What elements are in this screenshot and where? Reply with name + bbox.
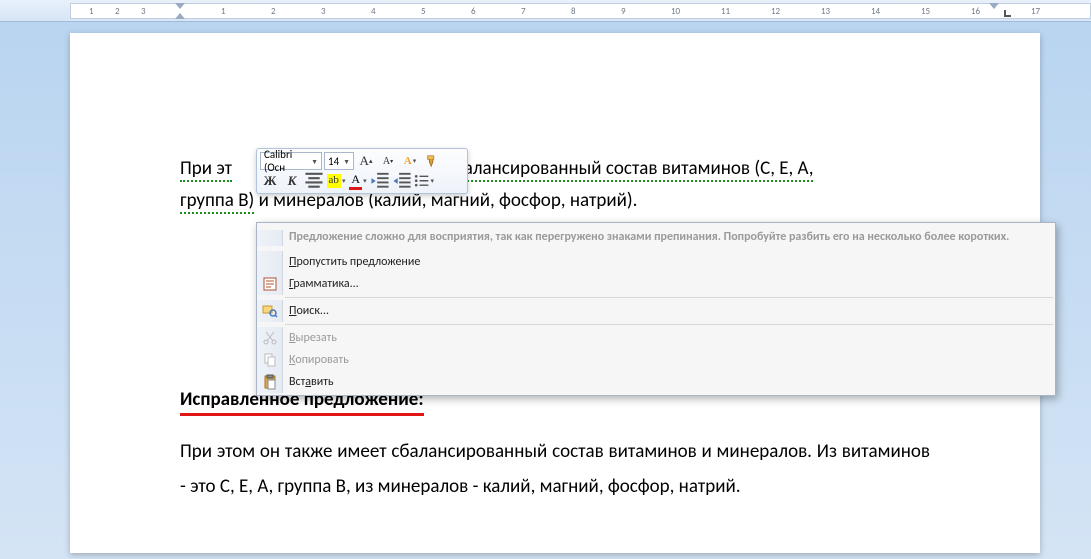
grow-font-button[interactable]: A▴ — [356, 152, 376, 170]
ruler-tick: 11 — [721, 6, 730, 17]
text-fragment: сбалансированный состав витаминов (С, Е,… — [446, 157, 814, 180]
ruler-tick: 14 — [871, 6, 880, 17]
bullets-icon — [414, 173, 429, 188]
horizontal-ruler[interactable]: 1 2 3 1 2 3 4 5 6 7 8 9 10 11 12 13 14 1… — [0, 0, 1091, 22]
suggestion-label: Предложение сложно для восприятия, так к… — [289, 230, 1009, 246]
dropdown-arrow-icon: ▼ — [311, 157, 318, 166]
paste-menuitem[interactable]: Вставить — [257, 371, 1055, 393]
ruler-tick: 5 — [421, 6, 426, 17]
ruler-tick: 9 — [621, 6, 626, 17]
grammar-menuitem[interactable]: Грамматика... — [257, 273, 1055, 295]
format-painter-icon — [425, 154, 439, 168]
hanging-indent-marker[interactable] — [175, 13, 185, 19]
copy-menuitem: Копировать — [257, 349, 1055, 371]
ruler-tick: 7 — [521, 6, 526, 17]
decrease-indent-icon — [370, 171, 390, 191]
right-indent-marker[interactable] — [989, 3, 999, 9]
grammar-error-text[interactable]: При эт — [180, 157, 232, 182]
context-menu[interactable]: Предложение сложно для восприятия, так к… — [256, 222, 1056, 396]
ruler-tick: 6 — [471, 6, 476, 17]
increase-indent-icon — [392, 171, 412, 191]
font-color-button[interactable]: A▾ — [348, 172, 368, 190]
ruler-tick: 1 — [221, 6, 226, 17]
ruler-tick: 3 — [141, 6, 146, 17]
skip-sentence-menuitem[interactable]: Пропустить предложение — [257, 251, 1055, 273]
ruler-tick: 1 — [89, 6, 94, 17]
copy-icon — [262, 352, 278, 368]
ruler-tick: 10 — [671, 6, 680, 17]
ruler-tick: 13 — [821, 6, 830, 17]
ruler-tick: 15 — [921, 6, 930, 17]
cut-icon — [262, 330, 278, 346]
ruler-tick: 4 — [371, 6, 376, 17]
align-center-icon — [304, 171, 324, 191]
mini-toolbar[interactable]: Calibri (Осн ▼ 14 ▼ A▴ A▾ A▾ Ж К ab▾ A▾ … — [256, 148, 468, 194]
ruler-tick: 8 — [571, 6, 576, 17]
shrink-font-button[interactable]: A▾ — [378, 152, 398, 170]
ruler-tick: 3 — [321, 6, 326, 17]
grammar-error-text[interactable]: сбалансированный состав витаминов (С, Е,… — [446, 157, 814, 182]
align-center-button[interactable] — [304, 172, 324, 190]
grammar-suggestion-text: Предложение сложно для восприятия, так к… — [257, 225, 1055, 251]
bullets-button[interactable]: ▾ — [414, 172, 434, 190]
grammar-error-text[interactable]: группа В) — [180, 189, 254, 214]
format-painter-button[interactable] — [422, 152, 442, 170]
ruler-tick: 12 — [771, 6, 780, 17]
font-size-value: 14 — [328, 155, 339, 168]
decrease-indent-button[interactable] — [370, 172, 390, 190]
cut-menuitem: Вырезать — [257, 327, 1055, 349]
search-menuitem[interactable]: Поиск... — [257, 300, 1055, 322]
increase-indent-button[interactable] — [392, 172, 412, 190]
font-family-selector[interactable]: Calibri (Осн ▼ — [260, 152, 322, 170]
grammar-icon — [262, 276, 278, 292]
ruler-tick: 17 — [1031, 6, 1040, 17]
text-fragment: группа В) — [180, 189, 254, 212]
menu-separator — [285, 324, 1053, 325]
bold-button[interactable]: Ж — [260, 172, 280, 190]
italic-button[interactable]: К — [282, 172, 302, 190]
text-fragment: При эт — [180, 157, 232, 180]
ruler-tick: 16 — [971, 6, 980, 17]
font-size-selector[interactable]: 14 ▼ — [324, 152, 354, 170]
ruler-tick: 2 — [271, 6, 276, 17]
tab-stop-marker[interactable] — [1004, 10, 1011, 17]
ruler-tick: 2 — [115, 6, 120, 17]
first-line-indent-marker[interactable] — [175, 3, 185, 9]
ruler-track[interactable]: 1 2 3 1 2 3 4 5 6 7 8 9 10 11 12 13 14 1… — [70, 3, 1091, 19]
menu-separator — [285, 297, 1053, 298]
paragraph-2[interactable]: При этом он также имеет сбалансированный… — [180, 434, 930, 504]
search-icon — [262, 303, 278, 319]
dropdown-arrow-icon: ▼ — [343, 157, 350, 166]
highlight-button[interactable]: ab▾ — [326, 172, 346, 190]
change-case-button[interactable]: A▾ — [400, 152, 420, 170]
paste-icon — [262, 374, 278, 390]
